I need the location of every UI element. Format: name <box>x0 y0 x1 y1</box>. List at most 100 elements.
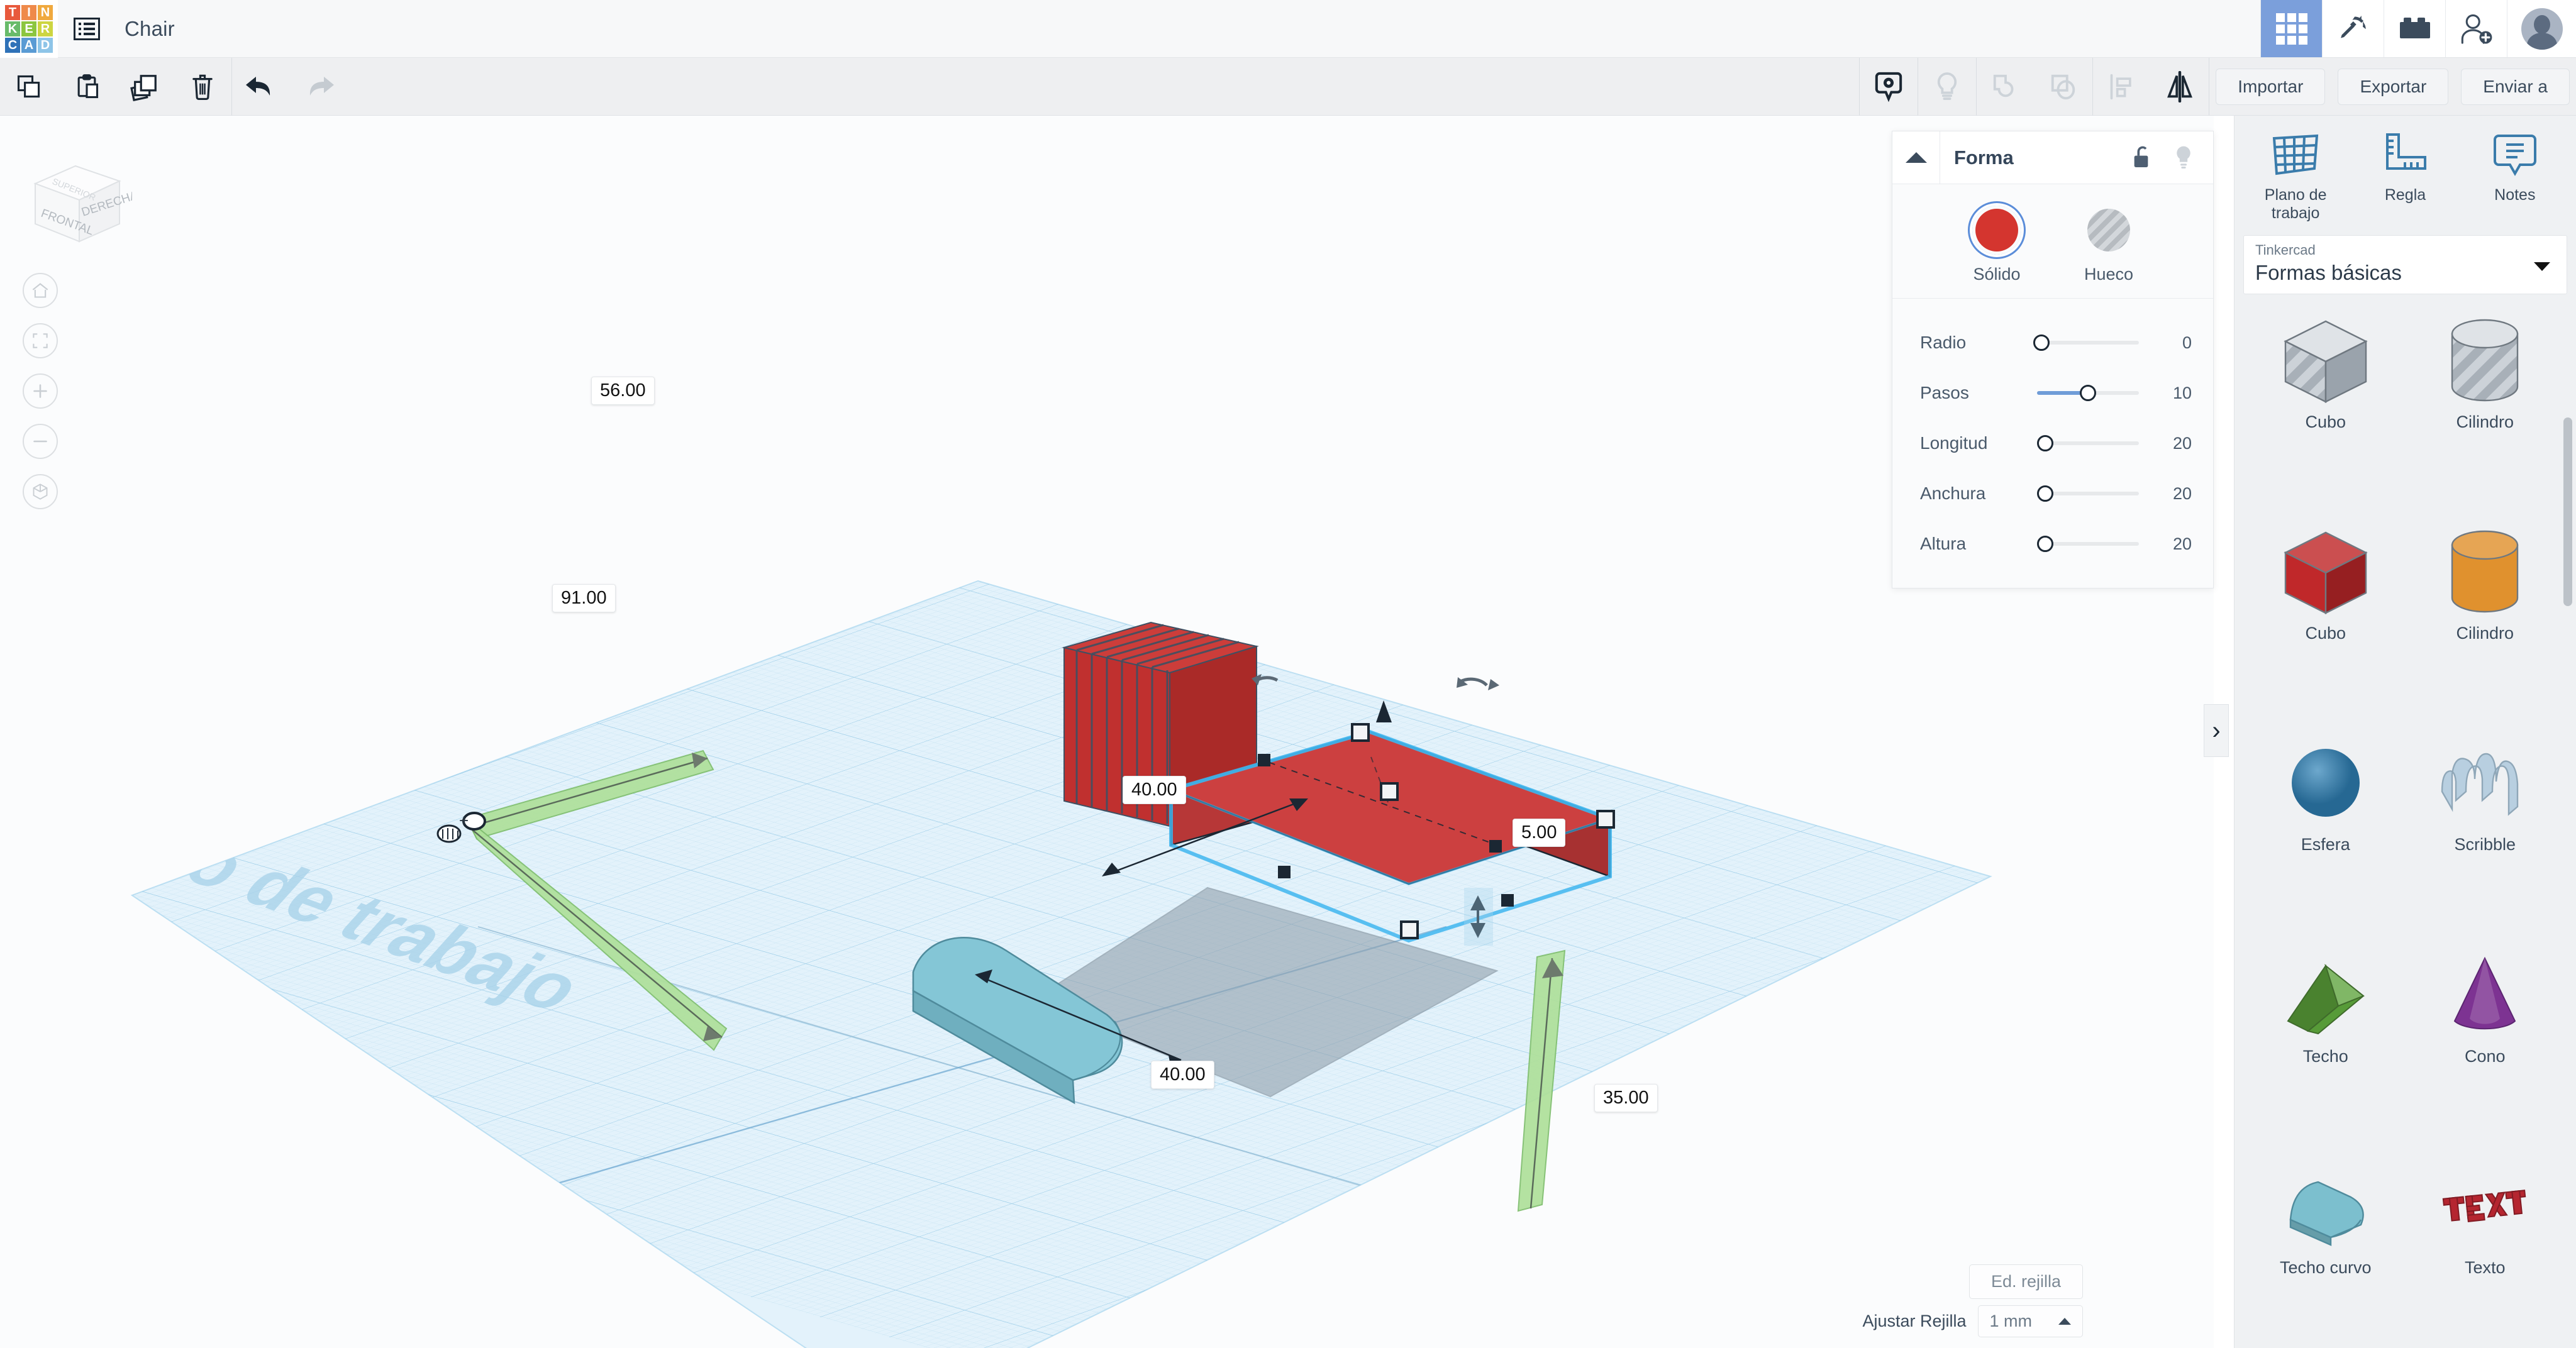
import-button[interactable]: Importar <box>2216 68 2326 105</box>
project-list-button[interactable] <box>58 0 116 57</box>
dim-5[interactable]: 5.00 <box>1513 819 1566 847</box>
sidebar-scrollbar[interactable] <box>2563 417 2572 606</box>
tinkercad-logo[interactable]: TIN KER CAD <box>0 0 58 58</box>
radio-slider-row: Radio 0 <box>1892 318 2213 368</box>
mirror-flip-icon[interactable] <box>2151 58 2209 116</box>
lightbulb-icon[interactable] <box>1918 58 1976 116</box>
shape-cubo-hole[interactable]: Cubo <box>2246 311 2406 508</box>
shape-texto[interactable]: Texto <box>2406 1156 2565 1348</box>
fit-to-view-button[interactable] <box>23 323 58 358</box>
workplane-tool[interactable]: Plano de trabajo <box>2241 131 2350 223</box>
shape-cubo[interactable]: Cubo <box>2246 522 2406 719</box>
snap-grid-select[interactable]: 1 mm <box>1977 1305 2083 1337</box>
shape-cilindro-label: Cilindro <box>2456 623 2514 643</box>
paste-icon[interactable] <box>58 58 116 116</box>
ruler-icon <box>2380 131 2430 179</box>
align-icon[interactable] <box>2093 58 2151 116</box>
apps-grid-icon[interactable] <box>2260 0 2322 57</box>
duplicate-icon[interactable] <box>116 58 174 116</box>
home-view-button[interactable] <box>23 273 58 308</box>
shape-library-select[interactable]: Tinkercad Formas básicas <box>2243 235 2567 294</box>
longitud-slider-row: Longitud 20 <box>1892 418 2213 468</box>
longitud-slider-label: Longitud <box>1920 433 1988 453</box>
shape-techo-curvo-thumbnail <box>2269 1156 2382 1257</box>
dim-40-bottom[interactable]: 40.00 <box>1151 1061 1214 1089</box>
send-to-button[interactable]: Enviar a <box>2461 68 2570 105</box>
pasos-slider[interactable] <box>2033 384 2148 402</box>
sidebar-tools: Plano de trabajo Regla Notes <box>2235 116 2576 226</box>
undo-arrow-icon[interactable] <box>232 58 290 116</box>
notes-tool[interactable]: Notes <box>2460 131 2570 223</box>
shape-techo-curvo[interactable]: Techo curvo <box>2246 1156 2406 1348</box>
chevron-up-icon <box>2058 1318 2071 1325</box>
anchura-slider[interactable] <box>2033 484 2148 503</box>
dim-56[interactable]: 56.00 <box>591 377 655 405</box>
anchura-slider-value: 20 <box>2172 483 2192 503</box>
ruler-tool[interactable]: Regla <box>2350 131 2460 223</box>
hole-label: Hueco <box>2084 265 2134 284</box>
snap-grid-row: Ajustar Rejilla 1 mm <box>1862 1305 2083 1337</box>
longitud-slider[interactable] <box>2033 434 2148 453</box>
radio-slider[interactable] <box>2033 333 2148 352</box>
anchura-slider-label: Anchura <box>1920 483 1986 503</box>
shape-cubo-hole-label: Cubo <box>2305 412 2346 431</box>
redo-arrow-icon[interactable] <box>290 58 348 116</box>
notes-tool-label: Notes <box>2494 186 2536 204</box>
grid-edit-button[interactable]: Ed. rejilla <box>1968 1264 2083 1299</box>
scene-svg: Plano de trabajo + <box>130 580 1992 1348</box>
hole-swatch[interactable] <box>2084 206 2133 255</box>
workplane: Plano de trabajo <box>130 580 1992 1348</box>
comment-pin-icon[interactable] <box>1860 58 1918 116</box>
shape-cilindro[interactable]: Cilindro <box>2406 522 2565 719</box>
dim-91[interactable]: 91.00 <box>552 584 616 612</box>
solid-swatch[interactable] <box>1972 206 2021 255</box>
group-shapes-icon[interactable] <box>1977 58 2035 116</box>
user-avatar-button[interactable] <box>2507 0 2576 57</box>
altura-slider-label: Altura <box>1920 534 1967 553</box>
pickaxe-minecraft-icon[interactable] <box>2322 0 2384 57</box>
shape-cilindro-hole[interactable]: Cilindro <box>2406 311 2565 508</box>
logo-letter-k: K <box>5 21 20 36</box>
view-nav-buttons <box>23 273 58 509</box>
logo-letter-e: E <box>21 21 36 36</box>
shape-panel-header: Forma <box>1892 131 2213 184</box>
copy-icon[interactable] <box>0 58 58 116</box>
note-bubble-icon <box>2491 131 2539 179</box>
shape-techo[interactable]: Techo <box>2246 945 2406 1142</box>
dim-40-top[interactable]: 40.00 <box>1123 776 1186 804</box>
shape-esfera[interactable]: Esfera <box>2246 733 2406 931</box>
panel-collapse-tab[interactable]: › <box>2204 704 2229 757</box>
project-list-icon <box>74 17 100 40</box>
ungroup-shapes-icon[interactable] <box>2035 58 2092 116</box>
shape-scribble[interactable]: Scribble <box>2406 733 2565 931</box>
view-cube[interactable]: FRONTAL DERECHA SUPERIOR <box>19 153 132 254</box>
zoom-out-button[interactable] <box>23 424 58 459</box>
shape-cono[interactable]: Cono <box>2406 945 2565 1142</box>
shape-cubo-thumbnail <box>2269 522 2382 622</box>
delete-trash-icon[interactable] <box>174 58 231 116</box>
hole-mode-option[interactable]: Hueco <box>2084 206 2133 284</box>
collapse-triangle-icon[interactable] <box>1892 131 1940 184</box>
lego-brick-icon[interactable] <box>2384 0 2445 57</box>
shape-cilindro-hole-thumbnail <box>2428 311 2541 411</box>
chevron-down-icon <box>2534 262 2550 271</box>
dim-35[interactable]: 35.00 <box>1594 1084 1658 1112</box>
shape-texto-thumbnail <box>2428 1156 2541 1257</box>
shape-techo-curvo-label: Techo curvo <box>2279 1258 2372 1278</box>
lightbulb-icon[interactable] <box>2173 145 2194 170</box>
solid-mode-option[interactable]: Sólido <box>1972 206 2021 284</box>
export-button[interactable]: Exportar <box>2338 68 2449 105</box>
shape-gallery: Cubo Cilindro Cubo Cilindro Esfera Scribble Te… <box>2235 311 2576 1348</box>
unlock-icon[interactable] <box>2131 145 2154 170</box>
3d-canvas[interactable]: Plano de trabajo + 56.00 91.00 40.00 5.0… <box>0 116 2214 1348</box>
solid-label: Sólido <box>1973 265 2021 284</box>
shape-esfera-label: Esfera <box>2301 835 2350 854</box>
perspective-toggle-button[interactable] <box>23 474 58 509</box>
anchura-slider-row: Anchura 20 <box>1892 468 2213 519</box>
zoom-in-button[interactable] <box>23 373 58 409</box>
add-person-icon[interactable] <box>2445 0 2507 57</box>
altura-slider[interactable] <box>2033 534 2148 553</box>
snap-grid-value: 1 mm <box>1989 1312 2033 1330</box>
document-title[interactable]: Chair <box>116 0 175 57</box>
edit-toolbar: Importar Exportar Enviar a <box>0 57 2576 116</box>
